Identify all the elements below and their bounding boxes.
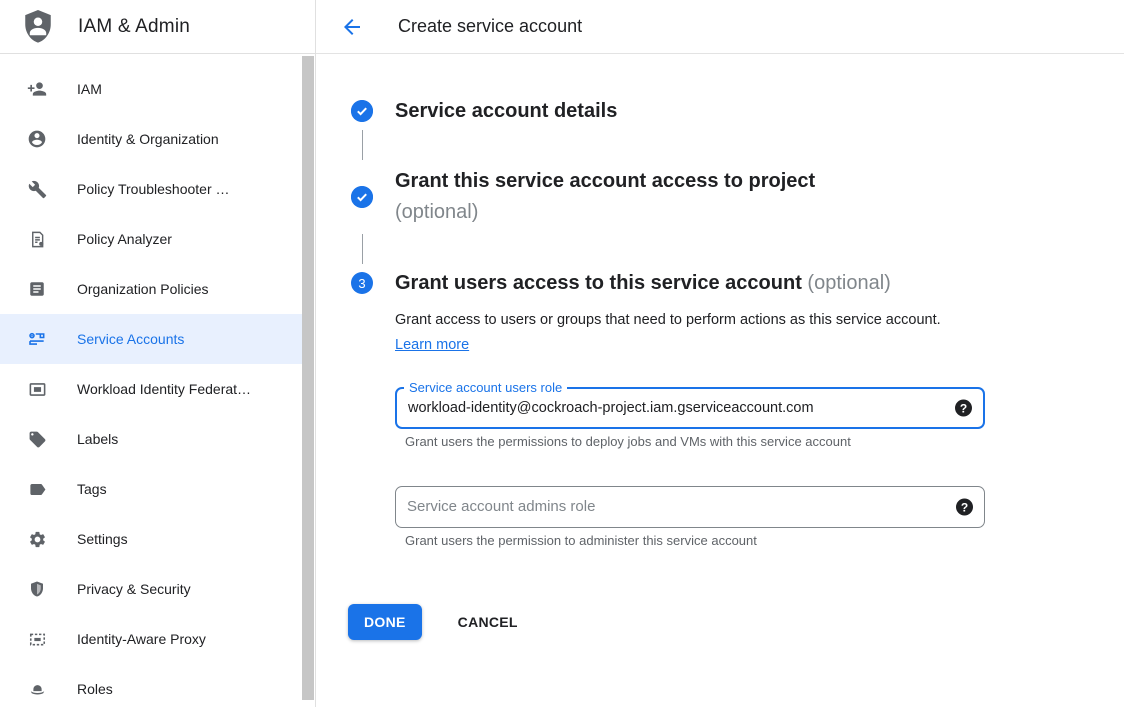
iam-admin-shield-icon xyxy=(20,7,56,47)
sidebar-item-policy-troubleshooter[interactable]: Policy Troubleshooter … xyxy=(0,164,303,214)
sidebar-item-label: Labels xyxy=(77,431,118,447)
step-title: Service account details xyxy=(395,98,617,124)
step-number-badge: 3 xyxy=(351,272,373,294)
sidebar-item-privacy-security[interactable]: Privacy & Security xyxy=(0,564,303,614)
sidebar-scrollbar-thumb[interactable] xyxy=(302,56,314,700)
create-service-account-form: Service account details Grant this servi… xyxy=(316,54,1124,640)
step-optional-text: (optional) xyxy=(395,201,478,223)
sidebar-item-roles[interactable]: Roles xyxy=(0,664,303,707)
step-title-text: Grant users access to this service accou… xyxy=(395,272,802,294)
step-grant-access-to-project[interactable]: Grant this service account access to pro… xyxy=(351,166,1124,228)
step-title: Grant users access to this service accou… xyxy=(395,270,891,296)
step-3-body: Grant access to users or groups that nee… xyxy=(395,308,1124,640)
sidebar-item-label: Roles xyxy=(77,681,113,697)
app-window: IAM & Admin IAM Identity & Organization xyxy=(0,0,1124,707)
sidebar-item-label: Workload Identity Federat… xyxy=(77,381,251,397)
sidebar-item-label: Tags xyxy=(77,481,107,497)
main-panel: Create service account Service account d… xyxy=(316,0,1124,707)
tag-icon xyxy=(27,429,47,449)
page-title: Create service account xyxy=(398,16,582,37)
gear-icon xyxy=(27,529,47,549)
sidebar-item-policy-analyzer[interactable]: Policy Analyzer xyxy=(0,214,303,264)
sidebar-header: IAM & Admin xyxy=(0,0,315,54)
sidebar: IAM & Admin IAM Identity & Organization xyxy=(0,0,316,707)
check-circle-icon xyxy=(351,100,373,122)
users-role-input[interactable] xyxy=(397,389,983,427)
page-header: Create service account xyxy=(316,0,1124,54)
step-connector xyxy=(362,234,364,264)
step-title: Grant this service account access to pro… xyxy=(395,166,815,228)
sidebar-item-label: Settings xyxy=(77,531,128,547)
sidebar-item-settings[interactable]: Settings xyxy=(0,514,303,564)
admins-role-field: ? xyxy=(395,486,985,528)
admins-role-input[interactable] xyxy=(396,487,984,527)
sidebar-item-label: Organization Policies xyxy=(77,281,209,297)
description-text: Grant access to users or groups that nee… xyxy=(395,312,941,328)
step-title-text: Grant this service account access to pro… xyxy=(395,170,815,192)
article-icon xyxy=(27,279,47,299)
policy-analyzer-icon xyxy=(27,229,47,249)
sidebar-item-service-accounts[interactable]: Service Accounts xyxy=(0,314,303,364)
step-grant-users-access: 3 Grant users access to this service acc… xyxy=(351,270,1124,296)
sidebar-item-labels[interactable]: Labels xyxy=(0,414,303,464)
back-button[interactable] xyxy=(340,15,364,39)
account-circle-icon xyxy=(27,129,47,149)
sidebar-nav: IAM Identity & Organization Policy Troub… xyxy=(0,54,303,707)
check-circle-icon xyxy=(351,186,373,208)
sidebar-item-iam[interactable]: IAM xyxy=(0,64,303,114)
sidebar-item-organization-policies[interactable]: Organization Policies xyxy=(0,264,303,314)
label-arrow-icon xyxy=(27,479,47,499)
person-add-icon xyxy=(27,79,47,99)
sidebar-item-label: Policy Analyzer xyxy=(77,231,172,247)
learn-more-link[interactable]: Learn more xyxy=(395,337,469,353)
sidebar-item-label: Policy Troubleshooter … xyxy=(77,181,230,197)
sidebar-item-identity-aware-proxy[interactable]: Identity-Aware Proxy xyxy=(0,614,303,664)
wrench-icon xyxy=(27,179,47,199)
sidebar-item-tags[interactable]: Tags xyxy=(0,464,303,514)
sidebar-item-label: Identity & Organization xyxy=(77,131,219,147)
admins-role-helper-text: Grant users the permission to administer… xyxy=(405,533,1124,549)
roles-hat-icon xyxy=(27,679,47,699)
sidebar-title: IAM & Admin xyxy=(78,16,190,38)
help-icon[interactable]: ? xyxy=(956,499,973,516)
form-actions: DONE CANCEL xyxy=(348,604,1124,640)
step-description: Grant access to users or groups that nee… xyxy=(395,308,947,358)
badge-card-icon xyxy=(27,379,47,399)
done-button[interactable]: DONE xyxy=(348,604,422,640)
sidebar-scrollbar xyxy=(302,56,314,707)
users-role-helper-text: Grant users the permissions to deploy jo… xyxy=(405,434,1124,450)
shield-icon xyxy=(27,579,47,599)
sidebar-item-identity-organization[interactable]: Identity & Organization xyxy=(0,114,303,164)
arrow-back-icon xyxy=(340,15,364,39)
sidebar-item-label: IAM xyxy=(77,81,102,97)
service-account-icon xyxy=(27,329,47,349)
step-number: 3 xyxy=(358,276,365,291)
step-optional-text: (optional) xyxy=(807,272,890,294)
cancel-button[interactable]: CANCEL xyxy=(458,614,518,630)
step-connector xyxy=(362,130,364,160)
users-role-field: Service account users role ? xyxy=(395,387,985,429)
proxy-icon xyxy=(27,629,47,649)
sidebar-item-label: Privacy & Security xyxy=(77,581,191,597)
help-icon[interactable]: ? xyxy=(955,400,972,417)
sidebar-item-label: Identity-Aware Proxy xyxy=(77,631,206,647)
sidebar-item-label: Service Accounts xyxy=(77,331,184,347)
step-service-account-details[interactable]: Service account details xyxy=(351,98,1124,124)
sidebar-item-workload-identity-federation[interactable]: Workload Identity Federat… xyxy=(0,364,303,414)
